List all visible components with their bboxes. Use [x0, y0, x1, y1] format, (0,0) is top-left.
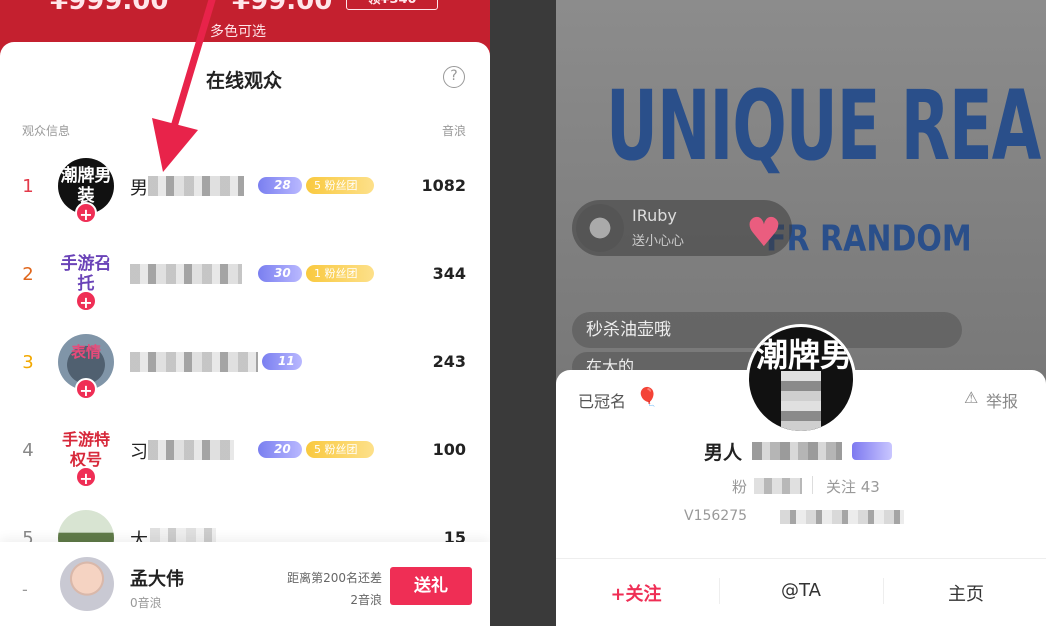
audience-row[interactable]: 1 潮牌男装 + 男 28 5 粉丝团 1082: [0, 148, 490, 228]
my-score: 0音浪: [130, 596, 162, 610]
follow-plus-icon[interactable]: +: [75, 378, 97, 400]
stat-divider: [812, 476, 813, 494]
rank-gap-text: 距离第200名还差: [287, 571, 382, 585]
score: 243: [432, 352, 466, 371]
blurred-name: [130, 264, 242, 284]
follow-plus-icon[interactable]: +: [75, 202, 97, 224]
shirt-print-subtitle: FR RANDOM: [766, 218, 972, 260]
user-id: V156275: [684, 508, 748, 524]
rank-number: 4: [22, 440, 34, 461]
audience-screen: ¥999.00 ¥99.00 领¥340 多色可选 在线观众 ? 观众信息 音浪…: [0, 0, 490, 626]
rank-number: 3: [22, 352, 34, 373]
fan-badge: 5 粉丝团: [306, 177, 374, 194]
sheet-title: 在线观众: [205, 70, 282, 92]
colors-note: 多色可选: [210, 24, 266, 40]
send-gift-button[interactable]: 送礼: [390, 567, 472, 605]
sale-price: ¥99.00: [232, 0, 333, 16]
level-badge: 20: [258, 441, 302, 458]
shirt-print-title: UNIQUE REALITY: [606, 72, 1046, 183]
audience-row[interactable]: 2 手游召托 + 30 1 粉丝团 344: [0, 236, 490, 316]
follow-plus-icon[interactable]: +: [75, 290, 97, 312]
avatar-blur: [781, 371, 821, 431]
original-price: ¥999.00: [50, 0, 169, 16]
fan-badge: 5 粉丝团: [306, 441, 374, 458]
column-header-audience: 观众信息: [22, 124, 71, 138]
crowned-label: 已冠名: [578, 392, 627, 411]
action-divider: [719, 578, 720, 604]
profile-avatar-text: 潮牌男: [755, 336, 852, 374]
online-audience-sheet: 在线观众 ? 观众信息 音浪 1 潮牌男装 + 男 28 5 粉丝团 1082 …: [0, 42, 490, 626]
help-icon[interactable]: ?: [443, 66, 465, 88]
report-button[interactable]: 举报: [986, 388, 1018, 412]
rank-number: 2: [22, 264, 34, 285]
action-divider: [883, 578, 884, 604]
user-name: 男: [130, 178, 148, 199]
card-divider: [556, 558, 1046, 559]
follow-button[interactable]: +关注: [556, 580, 716, 606]
blurred-name: [130, 352, 258, 372]
score: 100: [432, 440, 466, 459]
fan-badge: 1 粉丝团: [306, 265, 374, 282]
rank-gap-value: 2音浪: [350, 593, 382, 607]
heart-icon: ♥: [746, 210, 782, 256]
follows-count: 关注 43: [826, 478, 880, 496]
level-badge: [852, 442, 892, 460]
profile-name: 男人: [704, 442, 743, 464]
blurred-name: [752, 442, 842, 460]
host-sub: 送小心心: [632, 234, 685, 249]
level-badge: 30: [258, 265, 302, 282]
host-avatar[interactable]: [576, 204, 624, 252]
follow-plus-icon[interactable]: +: [75, 466, 97, 488]
my-name: 孟大伟: [130, 569, 184, 590]
user-profile-card: 已冠名 🎈 ⚠ 举报 潮牌男 男人 粉 关注 43 V156275 +关注 @T…: [556, 324, 1046, 626]
blurred-id: [780, 510, 904, 524]
level-badge: 28: [258, 177, 302, 194]
audience-row[interactable]: 4 手游特权号 + 习 20 5 粉丝团 100: [0, 412, 490, 492]
score: 1082: [421, 176, 466, 195]
profile-avatar[interactable]: 潮牌男: [746, 324, 856, 434]
user-name: 习: [130, 442, 148, 463]
audience-row[interactable]: 3 表情 + 11 243: [0, 324, 490, 404]
profile-screen: UNIQUE REALITY FR RANDOM IRuby 送小心心 ♥ 秒杀…: [556, 0, 1046, 626]
blurred-fans: [754, 478, 802, 494]
my-rank: -: [22, 580, 28, 599]
my-avatar[interactable]: [60, 557, 114, 611]
blurred-name: [148, 440, 234, 460]
host-name: IRuby: [632, 206, 677, 225]
balloon-icon: 🎈: [636, 387, 659, 408]
mention-button[interactable]: @TA: [721, 580, 881, 601]
warning-icon[interactable]: ⚠: [964, 388, 978, 407]
blurred-name: [148, 176, 244, 196]
my-rank-bar: - 孟大伟 0音浪 距离第200名还差 2音浪 送礼: [0, 542, 490, 626]
score: 344: [432, 264, 466, 283]
fans-count-label: 粉: [732, 478, 748, 496]
homepage-button[interactable]: 主页: [886, 580, 1046, 606]
level-badge: 11: [262, 353, 302, 370]
column-header-score: 音浪: [441, 124, 466, 138]
rank-number: 1: [22, 176, 34, 197]
coupon-badge[interactable]: 领¥340: [346, 0, 438, 10]
